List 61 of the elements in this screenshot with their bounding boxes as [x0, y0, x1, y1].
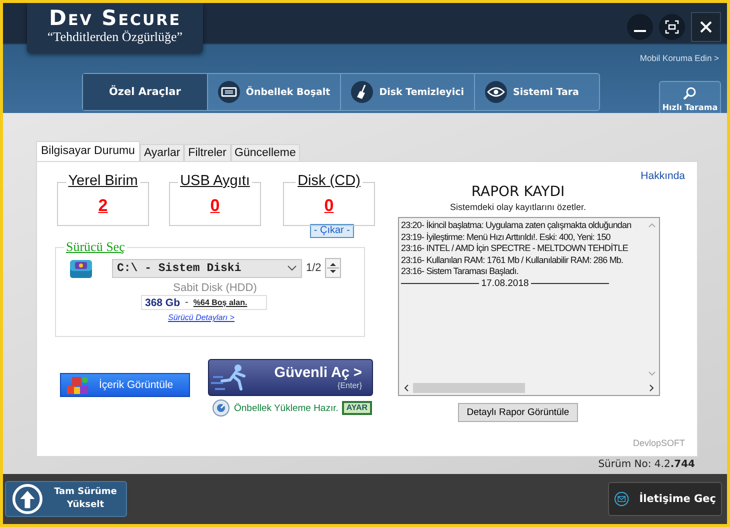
minimize-icon [634, 30, 646, 32]
nav-tab[interactable]: Özel Araçlar [83, 74, 208, 110]
mobile-protection-link[interactable]: Mobil Koruma Edin > [640, 53, 719, 63]
counter-value: 0 [324, 196, 334, 216]
minimize-button[interactable] [627, 14, 653, 40]
spin-control[interactable] [325, 258, 342, 278]
cache-status: Önbellek Yükleme Hazır. [234, 402, 338, 414]
broom-icon [351, 81, 374, 103]
brand-text: DevlopSOFT [632, 438, 685, 448]
drive-counter: 1/2 [306, 262, 322, 274]
tab[interactable]: Filtreler [184, 144, 231, 161]
settings-button[interactable]: AYAR [342, 401, 372, 415]
blocks-icon [65, 374, 91, 396]
group-title: Sürücü Seç [65, 239, 126, 255]
nav-tab[interactable]: Disk Temizleyici [341, 74, 475, 110]
close-icon [699, 20, 713, 34]
close-button[interactable] [691, 12, 721, 42]
hard-drive-icon [68, 257, 94, 279]
cache-icon [212, 399, 230, 417]
memory-icon [218, 81, 240, 103]
eye-icon [485, 81, 507, 103]
log-date: 17.08.2018 [481, 278, 529, 288]
log-entry: 23:16- Sistem Taraması Başladı. [401, 266, 520, 278]
drive-dropdown[interactable]: C:\ - Sistem Diski [112, 258, 302, 278]
about-link[interactable]: Hakkında [640, 170, 685, 182]
upgrade-button[interactable]: Tam Sürüme Yükselt [5, 481, 127, 517]
app-slogan: “Tehditlerden Özgürlüğe” [47, 29, 183, 45]
detailed-report-button[interactable]: Detaylı Rapor Görüntüle [458, 403, 578, 422]
log-entry: 23:19- İyileştirme: Menü Hızı Arttırıldı!. Eski: 400, Yeni: 150 [401, 232, 612, 243]
contact-button[interactable]: İletişime Geç [608, 482, 722, 516]
drive-type: Sabit Disk (HDD) [172, 282, 258, 294]
drive-size: 368 Gb [145, 296, 180, 308]
counter-label: Yerel Birim [66, 173, 140, 189]
tab[interactable]: Bilgisayar Durumu [36, 141, 140, 161]
scroll-right-icon[interactable] [649, 384, 654, 392]
nav-tab[interactable]: Sistemi Tara [475, 74, 599, 110]
counter-label: Disk (CD) [296, 173, 362, 189]
tab[interactable]: Güncelleme [230, 144, 300, 161]
restore-icon [665, 20, 679, 34]
nav-tab[interactable]: Önbellek Boşalt [208, 74, 342, 110]
restore-button[interactable] [659, 14, 685, 40]
scroll-left-icon[interactable] [404, 384, 409, 392]
separator-dash: - [185, 297, 188, 308]
chevron-down-icon [287, 265, 297, 271]
counter-label: USB Aygıtı [178, 173, 252, 189]
log-entry: 23:20- İkincil başlatma: Uygulama zaten çalışmakta olduğundan [401, 220, 632, 232]
report-title: RAPOR KAYDI [470, 184, 566, 200]
view-content-button[interactable]: İçerik Görüntüle [60, 373, 190, 397]
counter-value: 0 [210, 196, 220, 216]
search-icon [683, 86, 697, 100]
secure-open-button[interactable]: Güvenli Aç > {Enter} [208, 359, 373, 396]
report-subtitle: Sistemdeki olay kayıtlarını özetler. [448, 202, 588, 212]
counter-value: 2 [98, 196, 108, 216]
drive-details-link[interactable]: Sürücü Detayları > [168, 313, 234, 322]
free-space: %64 Boş alan. [193, 298, 248, 307]
tab[interactable]: Ayarlar [140, 144, 184, 161]
app-title: Dev Secure [49, 7, 181, 29]
log-entry: 23:16- Kullanılan RAM: 1761 Mb / Kullanılabilir RAM: 286 Mb. [401, 254, 624, 266]
version-text: Sürüm No: 4.2.744 [598, 459, 695, 470]
eject-button[interactable]: - Çıkar - [310, 224, 354, 238]
log-entry: 23:16- INTEL / AMD İçin SPECTRE - MELTDOWN TEHDİTLE [401, 243, 629, 254]
